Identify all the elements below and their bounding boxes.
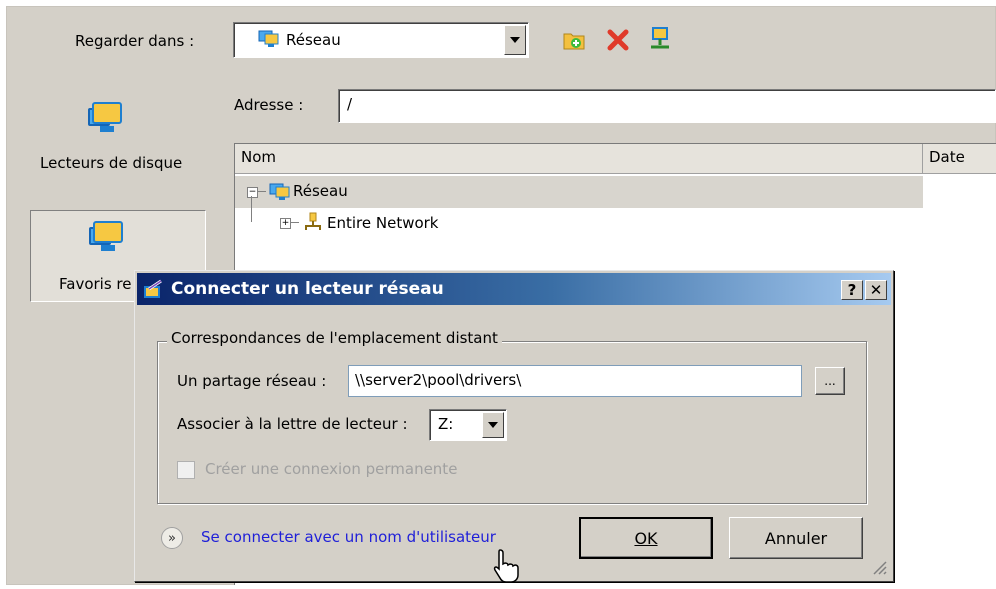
address-label: Adresse : (234, 96, 304, 114)
map-network-drive-dialog: Connecter un lecteur réseau ? ✕ Correspo… (134, 270, 894, 582)
tree-collapse-toggle[interactable]: − (247, 187, 258, 198)
cancel-button[interactable]: Annuler (729, 517, 863, 559)
persist-label: Créer une connexion permanente (205, 460, 458, 478)
drive-letter-dropdown-button[interactable] (482, 412, 504, 438)
favorites-network-icon (89, 219, 127, 255)
close-button[interactable]: ✕ (865, 280, 887, 300)
lookin-combo[interactable]: Réseau (233, 22, 529, 58)
hand-cursor-icon (492, 548, 520, 584)
column-header-date[interactable]: Date (923, 144, 996, 174)
chevron-down-icon (510, 37, 520, 43)
ok-label: OK (634, 528, 658, 548)
network-icon (258, 29, 280, 49)
tree-connector (291, 222, 299, 223)
lookin-label: Regarder dans : (75, 32, 195, 50)
drive-letter-value: Z: (438, 415, 454, 433)
ok-button[interactable]: OK (579, 517, 713, 559)
drive-letter-select[interactable]: Z: (429, 409, 507, 441)
address-value: / (347, 95, 353, 113)
help-button[interactable]: ? (841, 280, 863, 300)
connect-as-user-link[interactable]: Se connecter avec un nom d'utilisateur (201, 528, 496, 546)
entire-network-icon (303, 212, 323, 230)
disk-drives-icon (88, 100, 126, 136)
tree-connector (251, 196, 252, 222)
network-icon[interactable] (648, 26, 672, 50)
group-label: Correspondances de l'emplacement distant (167, 329, 502, 347)
tree-item-entire-network[interactable]: Entire Network (327, 214, 439, 232)
delete-icon[interactable] (606, 28, 630, 52)
chevron-down-icon (488, 422, 498, 428)
column-header-name[interactable]: Nom (235, 144, 923, 174)
share-label: Un partage réseau : (177, 372, 327, 390)
lookin-dropdown-button[interactable] (504, 25, 526, 55)
share-input[interactable]: \\server2\pool\drivers\ (348, 365, 802, 397)
cancel-label: Annuler (764, 528, 828, 548)
tree-expand-toggle[interactable]: + (280, 218, 291, 229)
tree-item-reseau[interactable]: Réseau (293, 182, 348, 200)
network-icon (269, 182, 290, 200)
resize-grip-icon[interactable] (869, 557, 887, 575)
share-value: \\server2\pool\drivers\ (355, 371, 522, 389)
address-input[interactable]: / (338, 89, 996, 123)
dialog-title: Connecter un lecteur réseau (171, 279, 444, 299)
lookin-value: Réseau (286, 31, 341, 49)
expand-chevron-icon[interactable]: » (161, 527, 183, 549)
browse-button[interactable]: ... (815, 367, 845, 395)
places-item-label: Favoris re (59, 275, 132, 293)
tree-connector (258, 191, 266, 192)
persist-checkbox[interactable] (177, 461, 195, 479)
map-drive-icon (143, 279, 165, 299)
new-folder-icon[interactable] (562, 28, 586, 52)
places-item-disk-drives[interactable]: Lecteurs de disque (40, 154, 182, 172)
drive-letter-label: Associer à la lettre de lecteur : (177, 415, 408, 433)
dialog-titlebar[interactable]: Connecter un lecteur réseau ? ✕ (137, 273, 891, 305)
